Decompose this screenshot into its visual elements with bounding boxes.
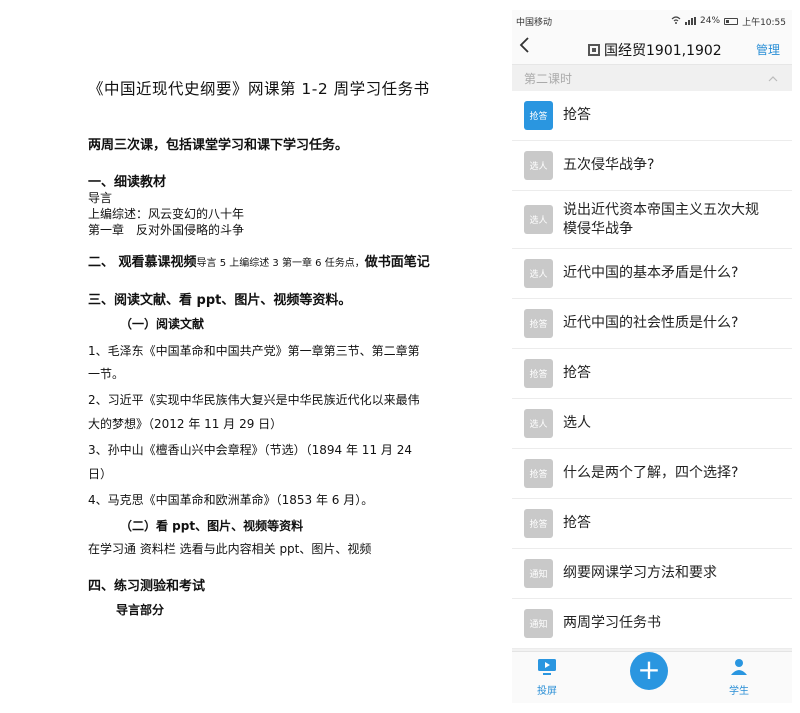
activity-badge: 通知 — [524, 559, 553, 588]
activity-badge: 通知 — [524, 609, 553, 638]
clock: 上午10:55 — [742, 17, 786, 28]
signal-icon — [685, 17, 697, 25]
activity-badge: 选人 — [524, 259, 553, 288]
activity-badge: 抢答 — [524, 101, 553, 130]
activity-label: 什么是两个了解，四个选择? — [563, 465, 739, 481]
list-item[interactable]: 通知 纲要网课学习方法和要求 — [512, 549, 792, 599]
section-1-line-3: 第一章 反对外国侵略的斗争 — [88, 223, 245, 237]
activity-badge: 抢答 — [524, 509, 553, 538]
activity-badge: 选人 — [524, 205, 553, 234]
qr-code-icon[interactable] — [588, 44, 600, 56]
status-icons: 24% 上午10:55 — [671, 15, 786, 28]
activity-label: 抢答 — [563, 365, 591, 381]
section-3-heading: 三、阅读文献、看 ppt、图片、视频等资料。 — [88, 293, 352, 308]
section-4-line-1: 导言部分 — [116, 603, 165, 617]
reading-1-line-2: 一节。 — [88, 367, 125, 381]
section-title: 第二课时 — [524, 71, 573, 86]
list-item[interactable]: 抢答 抢答 — [512, 91, 792, 141]
screen-cast-icon — [522, 658, 572, 679]
tab-students[interactable]: 学生 — [714, 658, 764, 697]
battery-icon — [724, 17, 739, 25]
section-1-line-2: 上编综述：风云变幻的八十年 — [88, 207, 245, 221]
reading-4: 4、马克思《中国革命和欧洲革命》（1853 年 6 月）。 — [88, 493, 374, 507]
list-item[interactable]: 通知 两周学习任务书 — [512, 599, 792, 649]
activity-label: 抢答 — [563, 515, 591, 531]
chevron-up-icon — [768, 71, 778, 85]
section-2-task-count: 导言 5 上编综述 3 第一章 6 任务点， — [196, 258, 365, 269]
reading-2-line-2: 大的梦想》（2012 年 11 月 29 日） — [88, 417, 283, 431]
activity-badge: 抢答 — [524, 309, 553, 338]
section-3-sub-2: （二）看 ppt、图片、视频等资料 — [120, 519, 304, 533]
list-item[interactable]: 选人 五次侵华战争? — [512, 141, 792, 191]
activity-badge: 选人 — [524, 409, 553, 438]
list-item[interactable]: 选人 选人 — [512, 399, 792, 449]
carrier-label: 中国移动 — [516, 17, 553, 28]
document-intro: 两周三次课，包括课堂学习和课下学习任务。 — [88, 138, 349, 153]
class-title-text: 国经贸1901,1902 — [604, 43, 722, 59]
reading-2-line-1: 2、习近平《实现中华民族伟大复兴是中华民族近代化以来最伟 — [88, 393, 420, 407]
section-2-title: 二、 观看慕课视频 — [88, 255, 197, 270]
activity-badge: 抢答 — [524, 459, 553, 488]
list-item[interactable]: 抢答 抢答 — [512, 499, 792, 549]
reading-1-line-1: 1、毛泽东《中国革命和中国共产党》第一章第三节、第二章第 — [88, 344, 420, 358]
activity-badge: 抢答 — [524, 359, 553, 388]
activity-label: 近代中国的基本矛盾是什么? — [563, 265, 739, 281]
activity-label: 抢答 — [563, 107, 591, 123]
add-button[interactable]: + — [630, 652, 668, 690]
chevron-left-icon[interactable] — [518, 35, 538, 61]
section-3-sub-1: （一）阅读文献 — [120, 317, 205, 331]
class-title: 国经贸1901,1902 — [588, 40, 722, 60]
tab-screen-cast[interactable]: 投屏 — [522, 658, 572, 697]
activity-label: 五次侵华战争? — [563, 157, 655, 173]
section-1-heading: 一、细读教材 — [88, 175, 167, 190]
activity-label: 选人 — [563, 415, 591, 431]
nav-bar: 国经贸1901,1902 管理 — [512, 32, 792, 65]
list-item[interactable]: 抢答 近代中国的社会性质是什么? — [512, 299, 792, 349]
section-4-heading: 四、练习测验和考试 — [88, 579, 206, 594]
bottom-tab-bar: 投屏 + 学生 — [512, 651, 792, 703]
reading-3-line-2: 日） — [88, 467, 113, 481]
list-item[interactable]: 抢答 抢答 — [512, 349, 792, 399]
activity-label: 纲要网课学习方法和要求 — [563, 565, 717, 581]
tab-students-label: 学生 — [729, 686, 749, 697]
list-item[interactable]: 抢答 什么是两个了解，四个选择? — [512, 449, 792, 499]
document-title: 《中国近现代史纲要》网课第 1-2 周学习任务书 — [88, 80, 430, 98]
plus-icon: + — [637, 653, 661, 686]
task-document: 《中国近现代史纲要》网课第 1-2 周学习任务书 两周三次课，包括课堂学习和课下… — [0, 0, 500, 713]
reading-3-line-1: 3、孙中山《檀香山兴中会章程》（节选）（1894 年 11 月 24 — [88, 443, 412, 457]
status-bar: 中国移动 24% 上午10:55 — [512, 10, 792, 32]
battery-percent: 24% — [700, 16, 721, 26]
list-item[interactable]: 选人 说出近代资本帝国主义五次大规模侵华战争 — [512, 191, 792, 249]
tab-screen-cast-label: 投屏 — [537, 686, 557, 697]
section-header[interactable]: 第二课时 — [512, 65, 792, 91]
activity-label: 两周学习任务书 — [563, 615, 661, 631]
activity-badge: 选人 — [524, 151, 553, 180]
phone-screen: 中国移动 24% 上午10:55 国经贸1901,1902 管理 第二课时 抢答 — [512, 10, 792, 703]
section-2-note: 做书面笔记 — [364, 255, 430, 270]
wifi-icon — [671, 15, 681, 27]
section-2-heading: 二、 观看慕课视频导言 5 上编综述 3 第一章 6 任务点，做书面笔记 — [88, 251, 430, 270]
person-icon — [714, 658, 764, 679]
manage-button[interactable]: 管理 — [756, 41, 780, 58]
activity-list: 抢答 抢答 选人 五次侵华战争? 选人 说出近代资本帝国主义五次大规模侵华战争 … — [512, 91, 792, 649]
activity-label: 近代中国的社会性质是什么? — [563, 315, 739, 331]
section-1-line-1: 导言 — [88, 191, 113, 205]
activity-label: 说出近代资本帝国主义五次大规模侵华战争 — [563, 201, 759, 237]
list-item[interactable]: 选人 近代中国的基本矛盾是什么? — [512, 249, 792, 299]
section-3-sub-2-line: 在学习通 资料栏 选看与此内容相关 ppt、图片、视频 — [88, 542, 372, 556]
